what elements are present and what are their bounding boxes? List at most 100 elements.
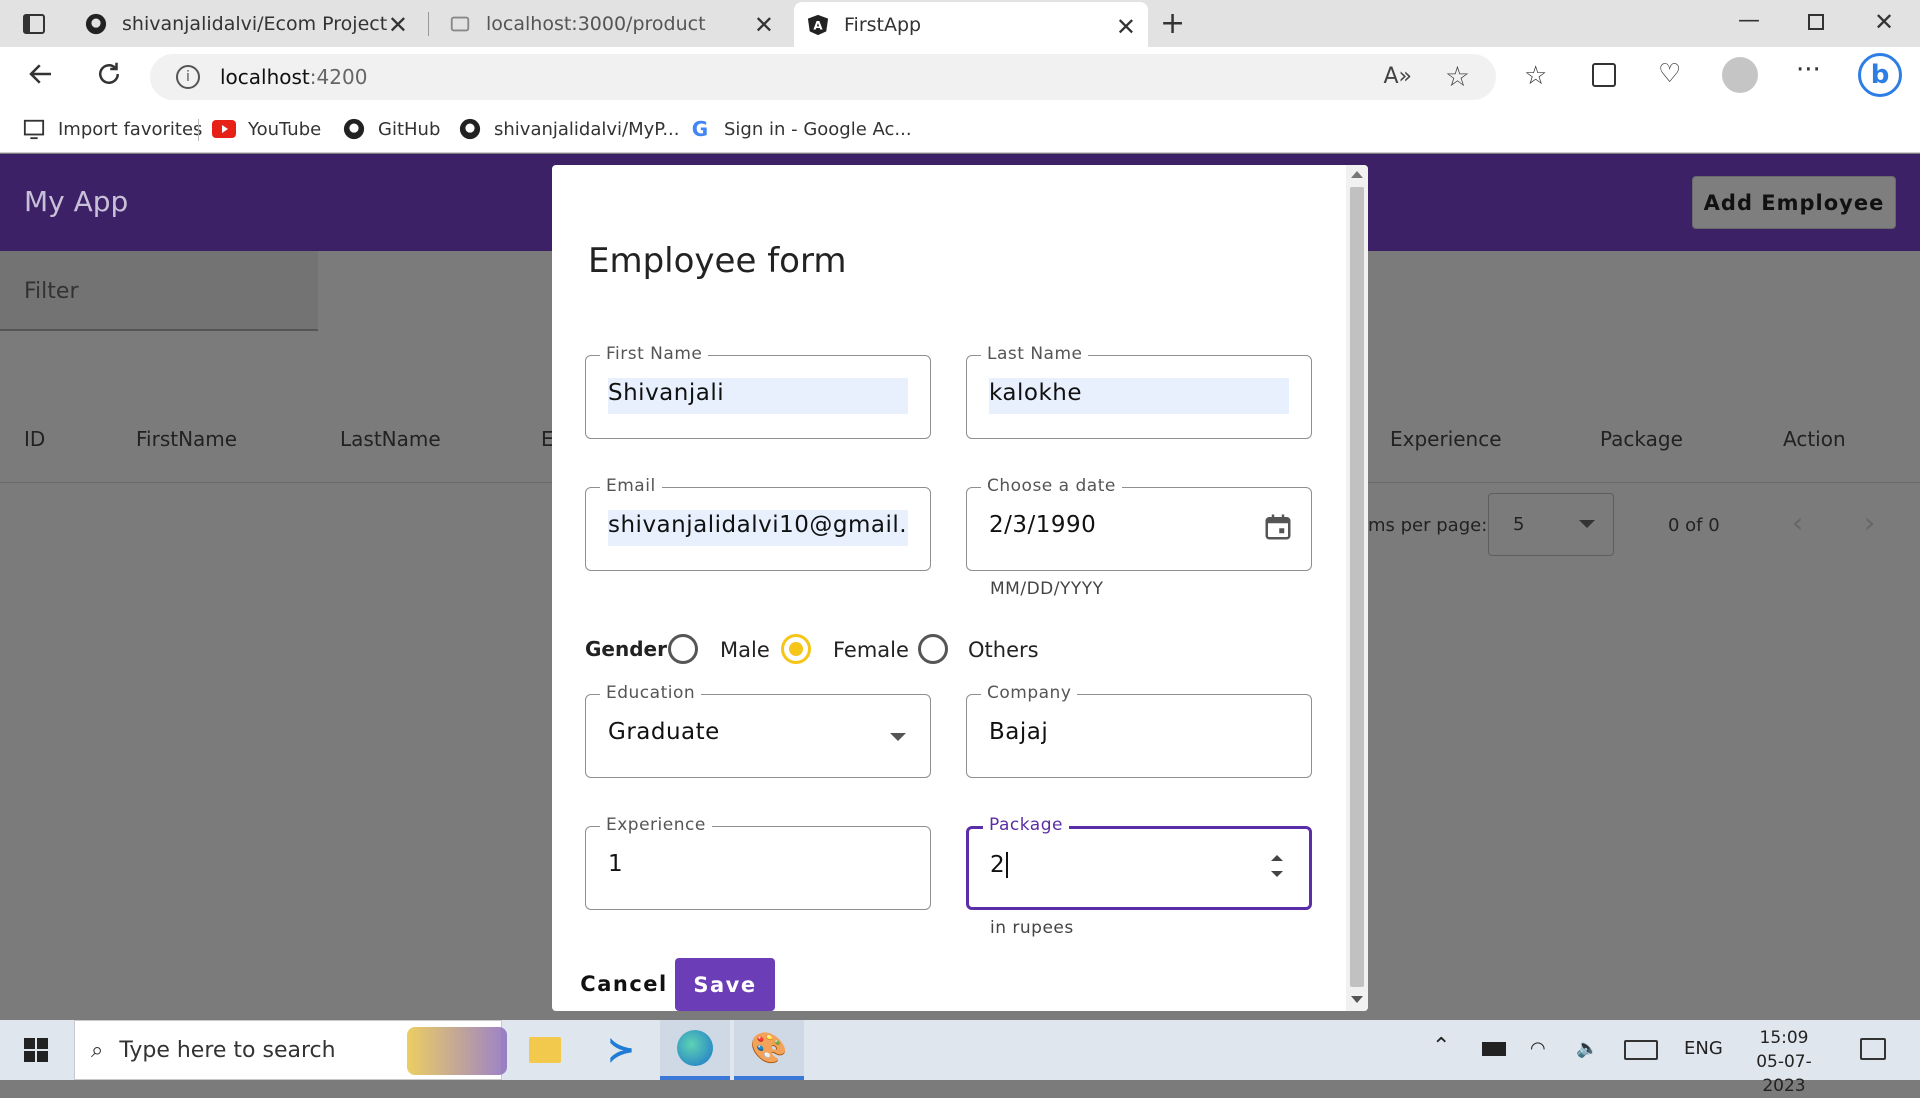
- gender-female-label[interactable]: Female: [833, 638, 909, 662]
- new-tab-icon[interactable]: +: [1160, 6, 1185, 41]
- clock-date: 05-07-2023: [1756, 1052, 1812, 1096]
- gender-others-radio[interactable]: [918, 634, 948, 664]
- calendar-icon[interactable]: [1263, 512, 1293, 546]
- wifi-icon[interactable]: ◠: [1530, 1038, 1546, 1059]
- windows-start-icon[interactable]: [24, 1038, 48, 1066]
- save-button[interactable]: Save: [675, 958, 775, 1011]
- taskbar-search-box[interactable]: ⌕ Type here to search: [74, 1020, 507, 1080]
- filter-label: Filter: [24, 279, 79, 304]
- scroll-up-icon[interactable]: [1351, 171, 1363, 178]
- page-size-select[interactable]: 5: [1488, 493, 1614, 556]
- paint-icon[interactable]: 🎨: [734, 1020, 804, 1080]
- dialog-title: Employee form: [588, 241, 847, 281]
- column-header-id[interactable]: ID: [24, 427, 45, 451]
- add-employee-button[interactable]: Add Employee: [1692, 176, 1896, 229]
- close-icon[interactable]: ✕: [388, 11, 408, 39]
- edge-browser-icon[interactable]: [660, 1020, 730, 1080]
- tab-actions-icon[interactable]: [22, 12, 46, 36]
- bookmarks-bar: Import favorites YouTube GitHub shivanja…: [0, 105, 1920, 153]
- company-field[interactable]: Company Bajaj: [966, 683, 1312, 778]
- text-cursor: [1006, 852, 1009, 878]
- package-hint: in rupees: [990, 918, 1074, 938]
- education-select[interactable]: Education Graduate: [585, 683, 931, 778]
- tray-overflow-icon[interactable]: ⌃: [1432, 1034, 1450, 1059]
- gender-others-label[interactable]: Others: [968, 638, 1039, 662]
- experience-value: 1: [608, 851, 624, 877]
- avatar[interactable]: [1722, 57, 1758, 93]
- address-bar[interactable]: i localhost:4200 A» ☆: [150, 54, 1496, 100]
- battery-icon[interactable]: [1482, 1042, 1506, 1056]
- collections-icon[interactable]: [1592, 63, 1616, 87]
- minimize-icon[interactable]: —: [1738, 8, 1760, 33]
- number-stepper[interactable]: [1267, 849, 1287, 885]
- vscode-icon[interactable]: ≻: [586, 1020, 656, 1080]
- chevron-down-icon: [890, 733, 906, 741]
- github-icon: [342, 117, 366, 141]
- favorites-icon[interactable]: ☆: [1524, 61, 1547, 91]
- scrollbar-thumb[interactable]: [1350, 187, 1364, 987]
- file-explorer-icon[interactable]: [510, 1020, 580, 1080]
- bookmark-youtube[interactable]: YouTube: [212, 117, 321, 141]
- close-icon[interactable]: ✕: [754, 11, 774, 39]
- step-down-icon[interactable]: [1271, 871, 1283, 877]
- restore-icon[interactable]: [1808, 14, 1824, 30]
- back-icon[interactable]: [26, 59, 56, 93]
- last-name-field[interactable]: Last Name kalokhe: [966, 344, 1312, 439]
- email-value: shivanjalidalvi10@gmail.c: [608, 512, 908, 538]
- more-icon[interactable]: ···: [1796, 55, 1821, 85]
- notifications-icon[interactable]: [1860, 1038, 1886, 1060]
- read-aloud-icon[interactable]: A»: [1383, 64, 1412, 89]
- search-icon: ⌕: [91, 1037, 104, 1063]
- last-name-value: kalokhe: [989, 380, 1083, 406]
- gender-male-label[interactable]: Male: [720, 638, 770, 662]
- keyboard-icon[interactable]: [1624, 1040, 1658, 1060]
- window-close-icon[interactable]: ✕: [1874, 8, 1894, 36]
- column-header-lastname[interactable]: LastName: [340, 427, 441, 451]
- company-label: Company: [981, 683, 1078, 703]
- health-icon[interactable]: ♡: [1658, 59, 1681, 89]
- tab-ecom-project[interactable]: shivanjalidalvi/Ecom Project ✕: [72, 0, 420, 47]
- github-icon: [458, 117, 482, 141]
- gender-male-radio[interactable]: [668, 634, 698, 664]
- url-text: localhost:4200: [220, 65, 368, 89]
- column-header-package[interactable]: Package: [1600, 427, 1683, 451]
- browser-tab-bar: shivanjalidalvi/Ecom Project ✕ localhost…: [0, 0, 1920, 47]
- next-page-icon[interactable]: ›: [1864, 506, 1875, 539]
- bookmark-google-signin[interactable]: G Sign in - Google Ac...: [688, 117, 912, 141]
- scroll-down-icon[interactable]: [1351, 996, 1363, 1003]
- site-info-icon[interactable]: i: [176, 65, 200, 89]
- date-field[interactable]: Choose a date 2/3/1990: [966, 476, 1312, 571]
- column-header-experience[interactable]: Experience: [1390, 427, 1502, 451]
- bing-icon[interactable]: b: [1858, 53, 1902, 97]
- first-name-field[interactable]: First Name Shivanjali: [585, 344, 931, 439]
- cancel-button[interactable]: Cancel: [570, 958, 678, 1010]
- tab-localhost-3000[interactable]: localhost:3000/product ✕: [436, 0, 786, 47]
- gender-label: Gender: [585, 637, 667, 661]
- step-up-icon[interactable]: [1271, 855, 1283, 861]
- chevron-down-icon: [1579, 520, 1595, 528]
- favorite-star-icon[interactable]: ☆: [1445, 60, 1470, 93]
- angular-icon: A: [806, 13, 830, 37]
- experience-field[interactable]: Experience 1: [585, 815, 931, 910]
- clock-time: 15:09: [1759, 1028, 1809, 1048]
- previous-page-icon[interactable]: ‹: [1792, 506, 1803, 539]
- dialog-scrollbar[interactable]: [1346, 165, 1368, 1011]
- tab-firstapp[interactable]: A FirstApp ✕: [794, 2, 1148, 47]
- refresh-icon[interactable]: [94, 59, 124, 93]
- bookmark-myproject[interactable]: shivanjalidalvi/MyP...: [458, 117, 679, 141]
- bookmark-github[interactable]: GitHub: [342, 117, 440, 141]
- close-icon[interactable]: ✕: [1116, 13, 1136, 41]
- email-field[interactable]: Email shivanjalidalvi10@gmail.c: [585, 476, 931, 571]
- last-name-label: Last Name: [981, 344, 1089, 364]
- filter-input[interactable]: Filter: [0, 251, 318, 331]
- column-header-firstname[interactable]: FirstName: [136, 427, 237, 451]
- clock[interactable]: 15:09 05-07-2023: [1736, 1026, 1832, 1098]
- language-indicator[interactable]: ENG: [1684, 1038, 1723, 1059]
- gender-female-radio[interactable]: [781, 634, 811, 664]
- bookmark-import-favorites[interactable]: Import favorites: [22, 117, 202, 141]
- column-header-action[interactable]: Action: [1783, 427, 1846, 451]
- tab-title: FirstApp: [844, 13, 922, 36]
- package-field[interactable]: Package 2: [966, 815, 1312, 910]
- youtube-icon: [212, 117, 236, 141]
- volume-icon[interactable]: 🔈: [1576, 1038, 1598, 1059]
